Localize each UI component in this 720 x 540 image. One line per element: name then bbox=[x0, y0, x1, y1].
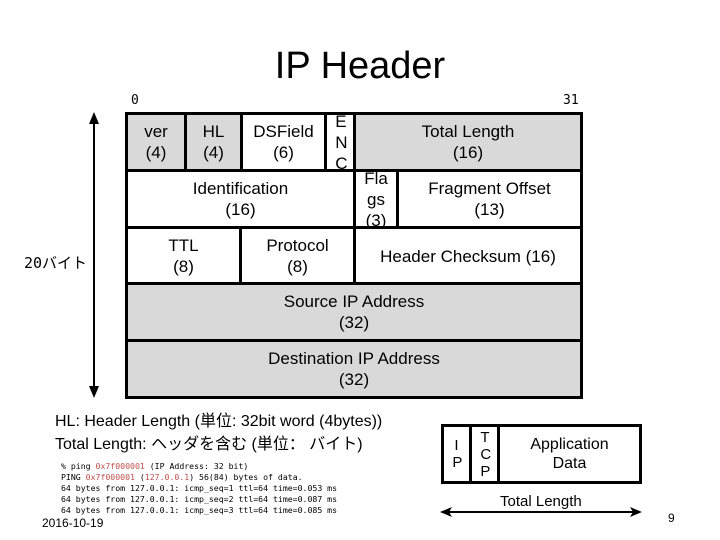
field-name: TTL bbox=[168, 236, 199, 255]
field-name: Header Checksum (16) bbox=[380, 246, 556, 266]
field-name: Source IP Address bbox=[283, 292, 425, 311]
ping-reply-line: 64 bytes from 127.0.0.1: icmp_seq=3 ttl=… bbox=[61, 505, 338, 515]
field-label: Flags (3) bbox=[362, 169, 390, 226]
header-size-arrow-icon bbox=[89, 112, 99, 398]
packet-segment-application-data: Application Data bbox=[497, 424, 642, 484]
field-name: Destination IP Address bbox=[268, 349, 440, 368]
note-total-length: Total Length: ヘッダを含む (単位： バイト) bbox=[55, 436, 363, 453]
field-bits: (4) bbox=[145, 143, 167, 162]
field-bits: (16) bbox=[225, 200, 256, 219]
field-name: DSField bbox=[253, 122, 314, 141]
field-bits: (8) bbox=[173, 257, 194, 276]
field-bits: (6) bbox=[273, 143, 294, 162]
note-header-length: HL: Header Length (単位: 32bit word (4byte… bbox=[55, 413, 383, 430]
slide-title: IP Header bbox=[274, 45, 446, 87]
field-name: HL bbox=[202, 122, 225, 141]
field-bits: (4) bbox=[203, 143, 224, 162]
field-name: Protocol bbox=[266, 236, 329, 255]
ping-text: ( bbox=[134, 472, 145, 482]
ping-output: % ping 0x7f000001 (IP Address: 32 bit) PI… bbox=[61, 461, 337, 516]
segment-label: IP bbox=[452, 437, 463, 471]
field-identification: Identification (16) bbox=[125, 169, 356, 229]
field-name: ENC bbox=[335, 112, 348, 172]
slide-date: 2016-10-19 bbox=[42, 516, 104, 530]
field-bits: (32) bbox=[338, 313, 370, 332]
field-name: ver bbox=[144, 122, 168, 141]
field-flags: Flags (3) bbox=[353, 169, 399, 229]
page-number: 9 bbox=[668, 511, 675, 525]
ping-text: (IP Address: 32 bit) bbox=[144, 461, 249, 471]
field-enc: ENC bbox=[324, 112, 356, 172]
field-total-length: Total Length (16) bbox=[353, 112, 583, 172]
field-protocol: Protocol (8) bbox=[239, 226, 356, 286]
field-header-length: HL (4) bbox=[184, 112, 243, 172]
segment-label: Data bbox=[552, 455, 587, 472]
ping-text: ) 56(84) bytes of data. bbox=[189, 472, 303, 482]
field-bits: (13) bbox=[474, 200, 505, 219]
field-bits: (32) bbox=[338, 370, 370, 389]
ping-header-line: PING 0x7f000001 (127.0.0.1) 56(84) bytes… bbox=[61, 472, 337, 483]
field-name: Fragment Offset bbox=[428, 179, 551, 198]
field-bits: (8) bbox=[287, 257, 308, 276]
ip-header-diagram: ver (4) HL (4) DSField (6) ENC Total Len… bbox=[125, 112, 583, 399]
field-destination-ip: Destination IP Address (32) bbox=[125, 339, 583, 399]
ping-address-hex: 0x7f000001 bbox=[95, 461, 145, 471]
ping-text: PING bbox=[61, 472, 86, 482]
packet-segment-ip: IP bbox=[441, 424, 472, 484]
packet-diagram: IP TCP Application Data bbox=[441, 424, 642, 484]
bit-start-label: 0 bbox=[131, 93, 139, 108]
ping-address-hex: 0x7f000001 bbox=[85, 472, 135, 482]
ping-command-line: % ping 0x7f000001 (IP Address: 32 bit) bbox=[61, 461, 337, 472]
segment-label: Application bbox=[530, 436, 609, 453]
ping-reply-line: 64 bytes from 127.0.0.1: icmp_seq=2 ttl=… bbox=[61, 494, 338, 504]
header-size-label: 20バイト bbox=[24, 254, 88, 272]
ping-address-dotted: 127.0.0.1 bbox=[144, 472, 190, 482]
field-name: Identification bbox=[192, 179, 289, 198]
ping-text: % ping bbox=[61, 461, 96, 471]
bit-end-label: 31 bbox=[563, 93, 579, 108]
field-source-ip: Source IP Address (32) bbox=[125, 282, 583, 342]
field-bits: (16) bbox=[452, 143, 484, 162]
total-length-label: Total Length bbox=[500, 493, 582, 510]
field-header-checksum: Header Checksum (16) bbox=[353, 226, 583, 286]
field-dsfield: DSField (6) bbox=[240, 112, 327, 172]
field-version: ver (4) bbox=[125, 112, 187, 172]
packet-segment-tcp: TCP bbox=[469, 424, 500, 484]
field-name: Total Length bbox=[421, 122, 515, 141]
segment-label: TCP bbox=[480, 428, 492, 480]
ping-reply-line: 64 bytes from 127.0.0.1: icmp_seq=1 ttl=… bbox=[61, 483, 338, 493]
field-name: Flags bbox=[364, 169, 388, 209]
field-ttl: TTL (8) bbox=[125, 226, 242, 286]
field-fragment-offset: Fragment Offset (13) bbox=[396, 169, 583, 229]
